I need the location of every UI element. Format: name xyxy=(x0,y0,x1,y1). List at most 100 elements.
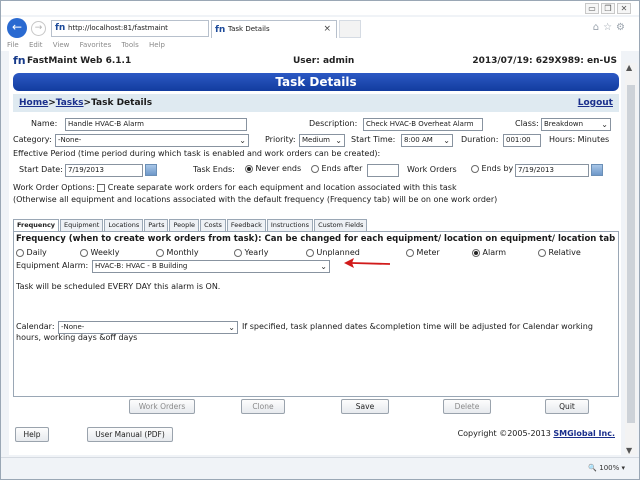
menu-tools[interactable]: Tools xyxy=(121,41,138,49)
separate-work-orders-label: Create separate work orders for each equ… xyxy=(107,183,457,192)
app-name: FastMaint Web 6.1.1 xyxy=(27,56,132,66)
ends-by-option[interactable]: Ends by xyxy=(471,164,513,173)
priority-select[interactable]: Medium ⌄ xyxy=(299,134,345,147)
tab-custom-fields[interactable]: Custom Fields xyxy=(314,219,368,231)
start-date-calendar-icon[interactable] xyxy=(145,164,157,176)
tab-title: Task Details xyxy=(228,25,270,33)
action-buttons: Work Orders Clone Save Delete Quit xyxy=(9,399,621,421)
frequency-headline: Frequency (when to create work orders fr… xyxy=(16,234,616,244)
back-arrow-icon[interactable]: ← xyxy=(7,18,27,38)
tab-frequency[interactable]: Frequency xyxy=(13,219,60,231)
class-select[interactable]: Breakdown ⌄ xyxy=(541,118,611,131)
user-manual-button[interactable]: User Manual (PDF) xyxy=(87,427,173,442)
new-tab-button[interactable] xyxy=(339,20,361,38)
schedule-note: Task will be scheduled EVERY DAY this al… xyxy=(16,282,221,291)
breadcrumb: Home>Tasks>Task Details Logout xyxy=(13,94,619,112)
weekly-radio[interactable] xyxy=(80,248,88,257)
forward-arrow-icon[interactable]: → xyxy=(31,21,46,36)
menu-view[interactable]: View xyxy=(53,41,70,49)
zoom-level[interactable]: 🔍 100% ▾ xyxy=(588,464,625,472)
freq-option-monthly[interactable]: Monthly xyxy=(156,248,199,257)
tab-parts[interactable]: Parts xyxy=(144,219,169,231)
description-input[interactable]: Check HVAC-B Overheat Alarm xyxy=(363,118,483,131)
relative-radio[interactable] xyxy=(538,248,546,257)
settings-gear-icon[interactable]: ⚙ xyxy=(616,22,629,33)
page-content: fn FastMaint Web 6.1.1 User: admin 2013/… xyxy=(9,51,621,455)
tab-locations[interactable]: Locations xyxy=(104,219,144,231)
hours-minutes-label: Hours: Minutes xyxy=(549,135,610,144)
ends-by-calendar-icon[interactable] xyxy=(591,164,603,176)
scroll-down-icon[interactable]: ▼ xyxy=(626,446,632,455)
ends-by-radio[interactable] xyxy=(471,164,479,173)
freq-option-weekly[interactable]: Weekly xyxy=(80,248,119,257)
minimize-icon[interactable]: ▭ xyxy=(585,3,599,14)
daily-radio[interactable] xyxy=(16,248,24,257)
quit-button[interactable]: Quit xyxy=(545,399,589,414)
help-button[interactable]: Help xyxy=(15,427,49,442)
ends-after-option[interactable]: Ends after xyxy=(311,164,362,173)
never-ends-option[interactable]: Never ends xyxy=(245,164,301,173)
ends-by-date-input[interactable]: 7/19/2013 xyxy=(515,164,589,177)
category-select[interactable]: -None- ⌄ xyxy=(55,134,249,147)
tab-costs[interactable]: Costs xyxy=(200,219,226,231)
freq-option-relative[interactable]: Relative xyxy=(538,248,581,257)
name-input[interactable]: Handle HVAC-B Alarm xyxy=(65,118,247,131)
equipment-alarm-label: Equipment Alarm: xyxy=(16,261,89,270)
freq-option-unplanned[interactable]: Unplanned xyxy=(306,248,360,257)
favorites-star-icon[interactable]: ☆ xyxy=(603,22,616,33)
save-button[interactable]: Save xyxy=(341,399,389,414)
menu-file[interactable]: File xyxy=(7,41,19,49)
wo-options-label: Work Order Options: xyxy=(13,183,95,192)
tab-close-icon[interactable]: × xyxy=(323,21,331,38)
unplanned-radio[interactable] xyxy=(306,248,314,257)
menu-favorites[interactable]: Favorites xyxy=(80,41,112,49)
yearly-label: Yearly xyxy=(244,248,269,257)
priority-label: Priority: xyxy=(265,135,296,144)
start-time-select[interactable]: 8:00 AM ⌄ xyxy=(401,134,453,147)
delete-button[interactable]: Delete xyxy=(443,399,491,414)
breadcrumb-home-link[interactable]: Home xyxy=(19,98,48,108)
home-icon[interactable]: ⌂ xyxy=(593,22,603,33)
wo-options-note: (Otherwise all equipment and locations a… xyxy=(13,195,498,204)
tab-people[interactable]: People xyxy=(169,219,200,231)
scroll-up-icon[interactable]: ▲ xyxy=(626,63,632,72)
close-icon[interactable]: ✕ xyxy=(617,3,631,14)
address-bar[interactable]: fn http://localhost:81/fastmaint xyxy=(51,20,209,37)
tab-feedback[interactable]: Feedback xyxy=(226,219,266,231)
freq-option-yearly[interactable]: Yearly xyxy=(234,248,268,257)
tab-equipment[interactable]: Equipment xyxy=(60,219,104,231)
calendar-label: Calendar: xyxy=(16,322,55,331)
tab-instructions[interactable]: Instructions xyxy=(266,219,314,231)
freq-option-alarm[interactable]: Alarm xyxy=(472,248,506,257)
menu-edit[interactable]: Edit xyxy=(29,41,43,49)
menu-help[interactable]: Help xyxy=(149,41,165,49)
browser-tab-task-details[interactable]: fn Task Details × xyxy=(211,20,337,38)
breadcrumb-tasks-link[interactable]: Tasks xyxy=(56,98,84,108)
chevron-down-icon: ⌄ xyxy=(601,120,608,129)
separate-work-orders-checkbox[interactable] xyxy=(97,183,106,192)
browser-toolbar-icons: ⌂☆⚙ xyxy=(593,22,629,33)
company-link[interactable]: SMGlobal Inc. xyxy=(553,429,615,438)
fastmaint-logo-icon: fn xyxy=(13,54,26,67)
priority-select-value: Medium xyxy=(302,136,330,144)
equipment-alarm-select[interactable]: HVAC-B: HVAC - B Building ⌄ xyxy=(92,260,330,273)
app-info-bar: fn FastMaint Web 6.1.1 User: admin 2013/… xyxy=(9,51,621,71)
work-orders-button[interactable]: Work Orders xyxy=(129,399,195,414)
logout-link[interactable]: Logout xyxy=(578,94,613,112)
start-date-input[interactable]: 7/19/2013 xyxy=(65,164,143,177)
page-scrollbar[interactable]: ▲ ▼ xyxy=(625,63,637,455)
alarm-radio[interactable] xyxy=(472,248,480,257)
calendar-note-1: If specified, task planned dates &comple… xyxy=(242,322,593,331)
clone-button[interactable]: Clone xyxy=(241,399,285,414)
ends-after-radio[interactable] xyxy=(311,164,319,173)
ends-after-count-input[interactable] xyxy=(367,164,399,177)
freq-option-meter[interactable]: Meter xyxy=(406,248,440,257)
never-ends-radio[interactable] xyxy=(245,164,253,173)
freq-option-daily[interactable]: Daily xyxy=(16,248,47,257)
meter-radio[interactable] xyxy=(406,248,414,257)
scrollbar-thumb[interactable] xyxy=(627,85,635,423)
duration-input[interactable]: 001:00 xyxy=(503,134,541,147)
restore-icon[interactable]: ❐ xyxy=(601,3,615,14)
monthly-radio[interactable] xyxy=(156,248,164,257)
yearly-radio[interactable] xyxy=(234,248,242,257)
